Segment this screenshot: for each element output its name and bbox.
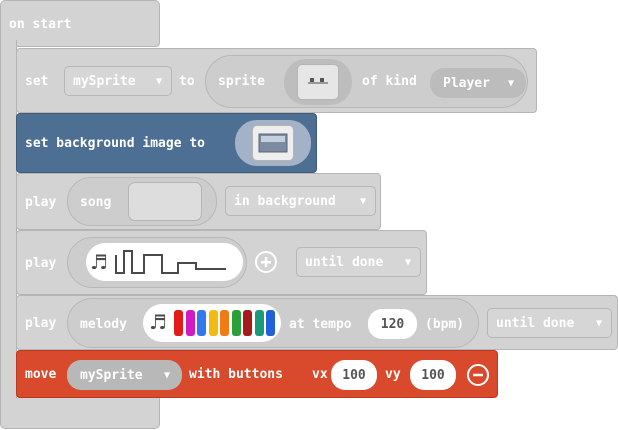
play-song-block[interactable]: play song in background ▼	[16, 173, 381, 230]
melody-note	[185, 310, 195, 336]
tempo-input[interactable]: 120	[368, 309, 417, 339]
sprite-image-field[interactable]	[284, 59, 352, 105]
at-tempo-label: at tempo	[289, 317, 352, 332]
play-label: play	[25, 195, 57, 210]
variable-dropdown-value: mySprite	[73, 73, 136, 89]
set-background-label: set background image to	[25, 136, 206, 151]
to-label: to	[179, 74, 195, 89]
chevron-down-icon: ▼	[507, 77, 514, 89]
move-sprite-block[interactable]: move mySprite ▼ with buttons vx 100 vy 1…	[16, 350, 498, 398]
set-sprite-block[interactable]: set mySprite ▼ to sprite of kind Player …	[16, 48, 537, 113]
melody-note	[231, 310, 241, 336]
melody-note	[243, 310, 252, 336]
sprite-label: sprite	[218, 74, 265, 89]
song-mode-value: in background	[234, 193, 336, 209]
melody-note	[208, 310, 218, 336]
image-icon	[258, 133, 288, 153]
song-field[interactable]	[128, 182, 202, 221]
plus-circle-icon	[261, 257, 271, 267]
kind-dropdown-value: Player	[443, 75, 490, 91]
melody-field[interactable]: ♬	[143, 304, 281, 342]
play-sound-block[interactable]: play ♬ until done ▼	[16, 230, 427, 295]
sound-field[interactable]: ♬	[86, 243, 243, 281]
melody-note	[174, 310, 183, 336]
sound-mode-dropdown[interactable]: until done ▼	[296, 247, 421, 277]
melody-reporter[interactable]: melody ♬ at tempo 120 (bpm)	[67, 298, 479, 348]
remove-parameter-button[interactable]	[467, 364, 489, 386]
play-label: play	[25, 316, 57, 331]
set-label: set	[25, 74, 49, 89]
song-label: song	[80, 195, 112, 210]
vy-input[interactable]: 100	[410, 360, 456, 390]
background-thumbnail	[252, 125, 294, 161]
background-image-field[interactable]	[235, 120, 311, 166]
melody-note	[220, 310, 229, 336]
melody-note	[266, 310, 275, 336]
vx-input[interactable]: 100	[331, 360, 377, 390]
on-start-block[interactable]: on start	[0, 0, 160, 47]
chevron-down-icon: ▼	[359, 195, 366, 207]
melody-label: melody	[80, 317, 127, 332]
melody-notes	[174, 310, 279, 336]
melody-mode-value: until done	[496, 315, 575, 331]
chevron-down-icon: ▼	[404, 256, 411, 268]
chevron-down-icon: ▼	[163, 369, 170, 381]
move-label: move	[25, 367, 57, 382]
move-variable-dropdown[interactable]: mySprite ▼	[67, 360, 182, 390]
play-label: play	[25, 256, 57, 271]
sprite-thumbnail	[297, 64, 339, 100]
melody-note	[197, 310, 206, 336]
minus-circle-icon	[473, 373, 483, 377]
melody-mode-dropdown[interactable]: until done ▼	[487, 308, 612, 338]
add-parameter-button[interactable]	[255, 251, 277, 273]
vx-label: vx	[312, 367, 328, 382]
sound-reporter[interactable]: ♬	[67, 237, 247, 288]
bpm-label: (bpm)	[425, 317, 465, 332]
with-buttons-label: with buttons	[189, 367, 283, 382]
play-melody-block[interactable]: play melody ♬ at tempo 120 (bpm) until d…	[16, 295, 618, 350]
sound-mode-value: until done	[305, 254, 384, 270]
song-reporter[interactable]: song	[67, 177, 217, 226]
move-variable-value: mySprite	[80, 367, 143, 383]
melody-note	[254, 310, 264, 336]
song-mode-dropdown[interactable]: in background ▼	[225, 186, 376, 216]
on-start-label: on start	[9, 17, 72, 32]
kind-dropdown[interactable]: Player ▼	[430, 68, 526, 98]
on-start-footer	[0, 398, 160, 429]
on-start-body	[0, 40, 17, 402]
sprite-reporter[interactable]: sprite of kind Player ▼	[205, 55, 528, 108]
set-background-block[interactable]: set background image to	[16, 113, 317, 173]
chevron-down-icon: ▼	[155, 75, 162, 87]
of-kind-label: of kind	[362, 74, 417, 89]
vy-label: vy	[385, 367, 401, 382]
sprite-icon	[308, 78, 328, 84]
music-note-icon: ♬	[149, 310, 167, 334]
sound-wave-icon: ♬	[90, 250, 226, 274]
svg-text:♬: ♬	[90, 250, 108, 274]
variable-dropdown[interactable]: mySprite ▼	[64, 66, 172, 96]
chevron-down-icon: ▼	[595, 317, 602, 329]
